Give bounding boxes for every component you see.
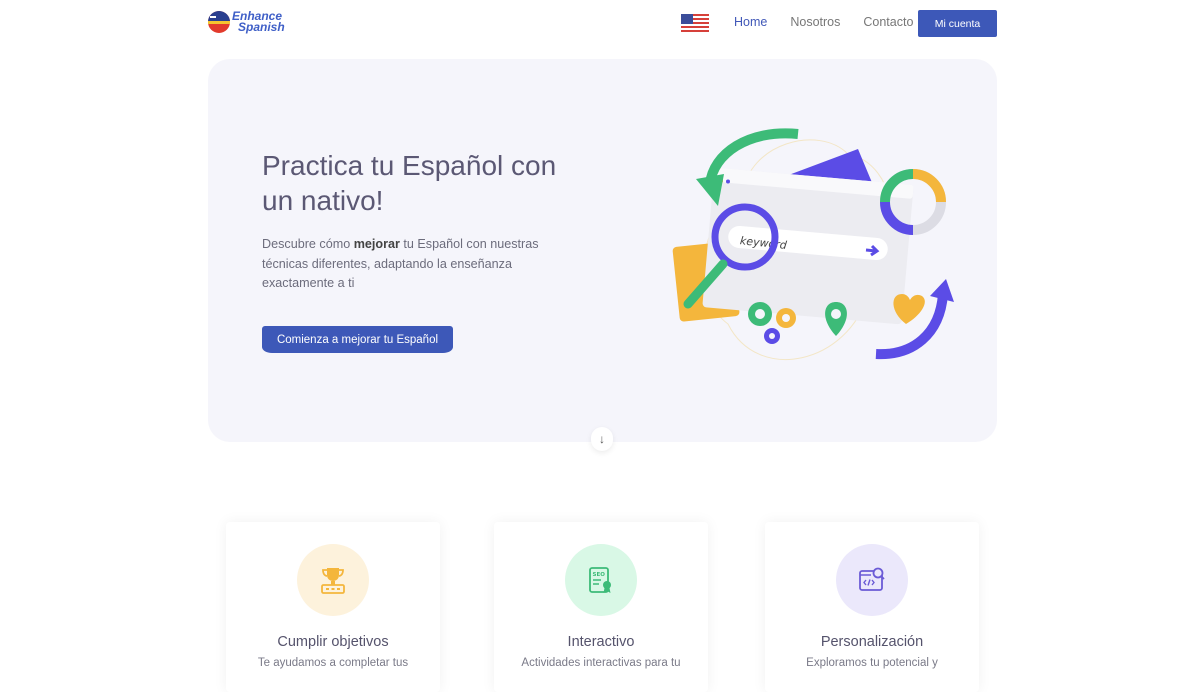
scroll-down-button[interactable]: ↓ — [591, 427, 613, 451]
seo-certificate-icon: SEO — [589, 567, 611, 593]
svg-text:SEO: SEO — [593, 572, 606, 578]
logo[interactable]: Enhance Spanish — [207, 10, 285, 34]
hero-desc-bold: mejorar — [353, 237, 400, 251]
site-header: Enhance Spanish Home Nosotros Contacto M… — [0, 0, 1200, 48]
feature-icon-circle — [297, 544, 369, 616]
feature-title: Interactivo — [567, 634, 635, 650]
feature-description: Te ayudamos a completar tus — [257, 657, 409, 669]
code-search-icon — [859, 567, 885, 591]
us-flag-icon[interactable] — [681, 14, 709, 32]
logo-line-2: Spanish — [238, 20, 285, 34]
hero-title: Practica tu Español con un nativo! — [262, 150, 557, 216]
feature-description: Exploramos tu potencial y — [806, 657, 938, 669]
feature-card-objetivos: Cumplir objetivos Te ayudamos a completa… — [226, 522, 440, 692]
feature-title: Cumplir objetivos — [277, 634, 389, 650]
seo-illustration: keyword — [672, 128, 954, 360]
main-nav: Home Nosotros Contacto — [734, 15, 936, 29]
nav-home[interactable]: Home — [734, 15, 767, 29]
hero-section: Practica tu Español con un nativo! Descu… — [208, 59, 997, 442]
feature-card-personalizacion: Personalización Exploramos tu potencial … — [765, 522, 979, 692]
trophy-icon — [321, 568, 345, 594]
account-button[interactable]: Mi cuenta — [918, 10, 997, 37]
hero-desc-pre: Descubre cómo — [262, 237, 354, 251]
cta-button[interactable]: Comienza a mejorar tu Español — [262, 326, 453, 353]
feature-card-interactivo: SEO Interactivo Actividades interactivas… — [494, 522, 708, 692]
nav-contacto[interactable]: Contacto — [863, 15, 913, 29]
feature-icon-circle — [836, 544, 908, 616]
nav-nosotros[interactable]: Nosotros — [790, 15, 840, 29]
feature-title: Personalización — [820, 634, 924, 650]
feature-icon-circle: SEO — [565, 544, 637, 616]
logo-globe-icon — [208, 11, 230, 33]
hero-description: Descubre cómo mejorar tu Español con nue… — [262, 235, 562, 294]
arrow-down-icon: ↓ — [599, 432, 605, 446]
feature-description: Actividades interactivas para tu — [521, 657, 681, 669]
